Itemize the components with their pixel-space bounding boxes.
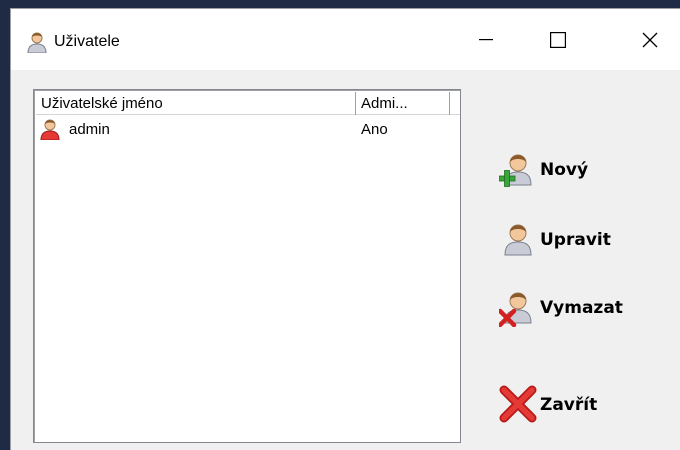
column-header-filler bbox=[450, 92, 460, 115]
new-user-button[interactable]: Nový bbox=[499, 149, 674, 189]
minimize-button[interactable] bbox=[463, 9, 509, 70]
window-title: Uživatele bbox=[54, 33, 120, 50]
column-header-admin[interactable]: Admi... bbox=[356, 92, 450, 115]
list-header: Uživatelské jméno Admi... bbox=[36, 92, 460, 115]
user-icon bbox=[27, 32, 47, 53]
close-window-button[interactable] bbox=[627, 9, 673, 70]
minimize-icon bbox=[479, 38, 493, 40]
close-button[interactable]: Zavřít bbox=[499, 384, 674, 424]
maximize-button[interactable] bbox=[535, 9, 581, 70]
users-window: Uživatele Uživatelské jméno Admi... admi… bbox=[10, 8, 680, 450]
edit-user-icon bbox=[504, 224, 532, 256]
new-user-label: Nový bbox=[540, 160, 589, 180]
maximize-icon bbox=[550, 31, 566, 48]
close-icon bbox=[642, 32, 658, 47]
admin-user-icon bbox=[40, 119, 60, 140]
delete-user-button[interactable]: Vymazat bbox=[499, 287, 674, 327]
row-admin-value: Ano bbox=[361, 121, 388, 138]
list-item[interactable]: admin Ano bbox=[36, 117, 460, 141]
add-user-icon bbox=[499, 154, 532, 187]
delete-user-label: Vymazat bbox=[540, 298, 623, 318]
red-x-close-icon bbox=[499, 385, 537, 423]
users-list[interactable]: Uživatelské jméno Admi... admin Ano bbox=[33, 89, 461, 443]
row-username: admin bbox=[69, 121, 110, 138]
delete-user-icon bbox=[499, 292, 532, 327]
column-header-username[interactable]: Uživatelské jméno bbox=[36, 92, 356, 115]
edit-user-button[interactable]: Upravit bbox=[499, 219, 674, 259]
close-label: Zavřít bbox=[540, 395, 598, 415]
edit-user-label: Upravit bbox=[540, 230, 611, 250]
title-bar[interactable]: Uživatele bbox=[11, 9, 680, 70]
